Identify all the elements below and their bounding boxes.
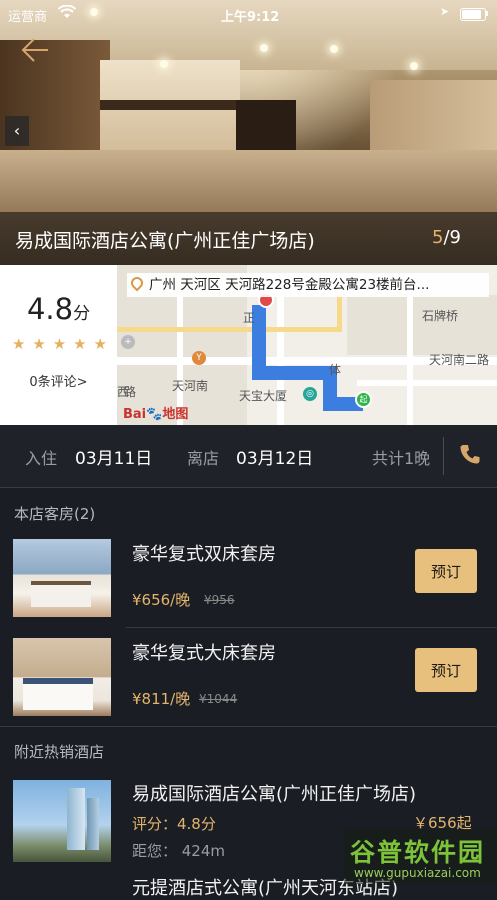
baidu-logo-text2: 地图 [162,407,189,422]
hotel-thumbnail[interactable] [13,780,111,862]
photo-counter: 5/9 [432,227,461,248]
room-price: ¥811/晚 [132,690,191,708]
building-shape [67,788,85,850]
map-label: 天宝大厦 [239,389,288,403]
baidu-logo-text: Bai [123,407,147,422]
room-name: 豪华复式大床套房 [132,643,276,664]
star-icon: ★ [73,335,87,353]
checkout-date[interactable]: 03月12日 [236,444,313,469]
rating-unit: 分 [73,304,91,324]
star-icon: ★ [93,335,107,353]
room-thumbnail[interactable] [13,539,111,617]
watermark: 谷普软件园 www.gupuxiazai.com [344,829,497,883]
rating-panel: 4.8分 ★ ★ ★ ★ ★ 0条评论> [0,265,117,425]
map-road [357,380,497,386]
photo-total: /9 [443,227,461,248]
room-thumbnail[interactable] [13,638,111,716]
nearby-section-title: 附近热销酒店 [14,743,105,761]
checkin-label: 入住 [25,449,58,468]
star-icon: ★ [52,335,67,353]
checkout-label: 离店 [187,449,220,468]
divider [0,726,497,727]
bed-shape [23,678,93,710]
room-original-price: ¥956 [204,593,235,607]
photo-wall [370,80,497,160]
clock: 上午9:12 [221,10,280,25]
map-label: 天河南 [172,379,209,393]
divider [443,437,444,475]
map-block [347,295,497,355]
photo-current-index: 5 [432,227,444,248]
checkin-date[interactable]: 03月11日 [75,444,152,469]
map-poi-icon: Y [192,351,206,365]
address-bar[interactable]: 广州 天河区 天河路228号金殿公寓23楼前台... [127,273,489,297]
start-pin-icon: 起 [355,391,372,408]
map-poi-icon: ◎ [303,387,317,401]
room-price: ¥656/晚 [132,591,191,609]
location-map[interactable]: 石牌桥 天河南二路 天河南 天宝大厦 体 西 路 正 Y ◎ + 起 广州 天河… [117,265,497,425]
photo-light [410,62,418,70]
room-card[interactable]: 豪华复式双床套房 ¥656/晚 ¥956 预订 [0,527,497,625]
battery-icon [460,8,486,21]
location-arrow-icon: ➤ [440,5,450,18]
phone-icon[interactable] [459,443,481,465]
battery-tip [486,11,488,16]
baidu-map-logo: Bai🐾地图 [123,403,188,422]
photo-light [160,60,168,68]
star-rating: ★ ★ ★ ★ ★ [12,335,107,353]
book-button[interactable]: 预订 [415,648,477,692]
back-arrow-icon[interactable] [20,37,52,65]
star-icon: ★ [32,335,46,353]
rating-score: 4.8分 [0,292,117,326]
map-label: 路 [124,385,137,399]
photo-caption-bar: 易成国际酒店公寓(广州正佳广场店) 5/9 [0,212,497,265]
room-name: 豪华复式双床套房 [132,544,276,565]
nights-count: 共计1晚 [372,449,431,468]
reviews-link[interactable]: 0条评论> [0,371,117,390]
hotel-name-title: 易成国际酒店公寓(广州正佳广场店) [15,230,315,252]
watermark-text: 谷普软件园 [350,838,486,867]
map-road [407,295,413,425]
hotel-name: 易成国际酒店公寓(广州正佳广场店) [132,784,417,805]
photo-light [260,44,268,52]
room-original-price: ¥1044 [199,692,238,706]
star-icon: ★ [12,335,26,353]
carrier-label: 运营商 [8,10,48,25]
rating-number: 4.8 [26,292,74,326]
rooms-section-title: 本店客房(2) [14,505,96,523]
map-label: 体 [329,363,342,377]
hotel-distance: 距您： 424m [132,842,226,860]
book-button[interactable]: 预订 [415,549,477,593]
watermark-url: www.gupuxiazai.com [354,866,481,880]
previous-photo-button[interactable]: ‹ [5,116,29,146]
building-shape [87,798,99,850]
map-road [277,295,284,425]
hotel-score: 评分：4.8分 [132,815,216,833]
map-label: 石牌桥 [422,309,459,323]
map-label: 天河南二路 [429,353,490,367]
photo-light [330,45,338,53]
status-bar: 运营商 上午9:12 ➤ [0,0,497,28]
bed-shape [31,581,91,607]
map-label: 正 [243,311,256,325]
map-road [117,327,337,332]
map-road [337,295,342,332]
stay-dates-bar[interactable]: 入住 03月11日 离店 03月12日 共计1晚 [0,425,497,488]
room-card[interactable]: 豪华复式大床套房 ¥811/晚 ¥1044 预订 [0,626,497,724]
wifi-icon [57,4,77,23]
baidu-paw-icon: 🐾 [146,407,163,422]
map-poi-icon: + [121,335,135,349]
photo-pillar-band [100,100,240,110]
